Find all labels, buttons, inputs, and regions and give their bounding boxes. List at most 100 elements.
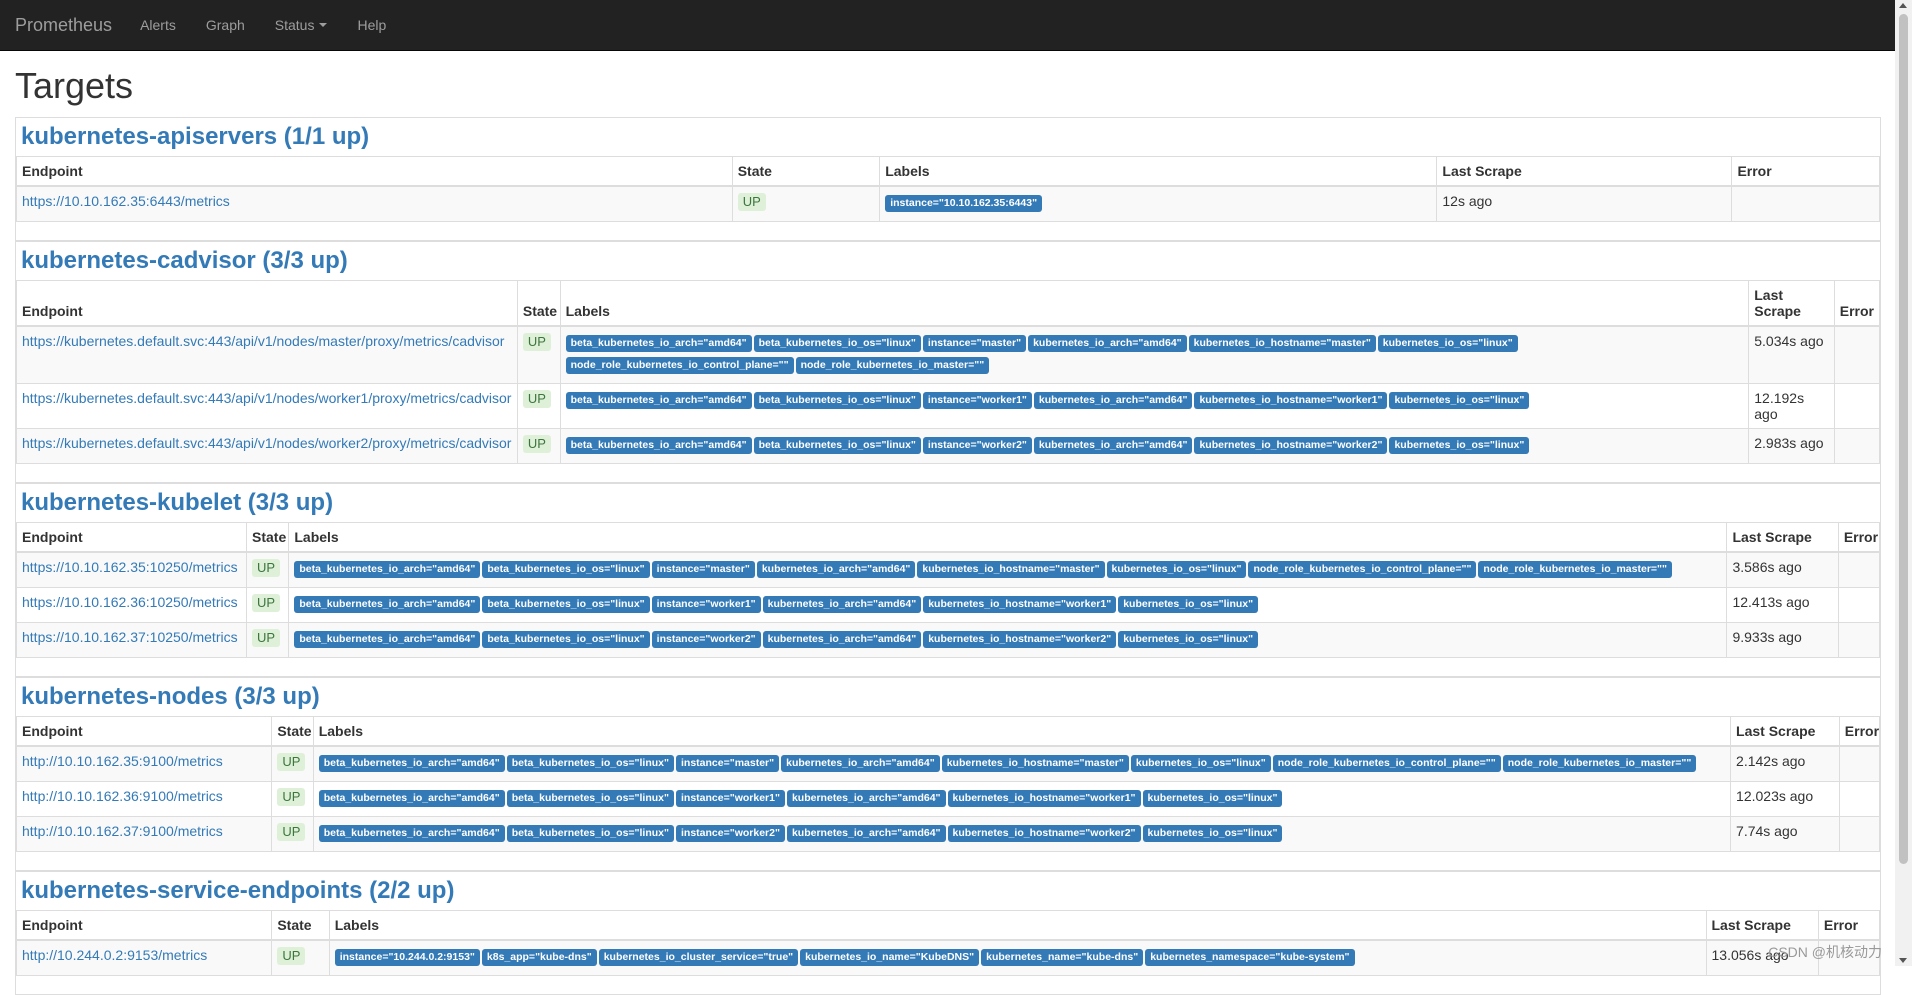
table-row: http://10.244.0.2:9153/metrics UP instance… [15,939,1881,976]
endpoint-link[interactable]: https://10.10.162.35:6443/metrics [22,193,230,209]
table-header-row: Endpoint State Labels Last Scrape Error [15,716,1881,747]
target-label: kubernetes_io_arch="amd64" [762,631,922,648]
endpoint-link[interactable]: http://10.10.162.36:9100/metrics [22,788,223,804]
last-scrape-cell: 2.983s ago [1748,428,1835,464]
target-label: beta_kubernetes_io_arch="amd64" [565,392,752,409]
scroll-up-icon[interactable] [1899,3,1907,8]
target-label: beta_kubernetes_io_os="linux" [482,596,650,613]
endpoint-cell: http://10.244.0.2:9153/metrics [15,939,273,976]
target-label: kubernetes_io_os="linux" [1389,392,1530,409]
column-header-labels: Labels [312,716,1732,747]
section-title[interactable]: kubernetes-nodes (3/3 up) [16,678,1880,716]
target-label: beta_kubernetes_io_os="linux" [506,790,674,807]
status-badge: UP [277,788,306,806]
target-label: node_role_kubernetes_io_master="" [1502,755,1697,772]
state-cell: UP [245,551,290,588]
column-header-state: State [731,156,881,187]
brand-link[interactable]: Prometheus [15,15,112,36]
nav-status-dropdown[interactable]: Status [275,17,328,33]
labels-cell: beta_kubernetes_io_arch="amd64" beta_kube… [312,745,1732,782]
endpoint-link[interactable]: https://kubernetes.default.svc:443/api/v… [22,435,511,451]
target-label: instance="worker2" [922,437,1032,454]
target-label: instance="worker1" [676,790,785,807]
table-header-row: Endpoint State Labels Last Scrape Error [16,522,1881,553]
target-label: kubernetes_io_hostname="worker1" [923,596,1117,613]
target-section: kubernetes-cadvisor (3/3 up) Endpoint Stat… [15,241,1881,483]
section-title[interactable]: kubernetes-kubelet (3/3 up) [16,484,1880,522]
target-label: kubernetes_io_arch="amd64" [781,755,940,772]
target-label: kubernetes_io_arch="amd64" [786,825,946,842]
error-cell [1833,325,1881,384]
endpoint-link[interactable]: http://10.10.162.37:9100/metrics [22,823,223,839]
nav-graph[interactable]: Graph [206,17,245,33]
watermark: CSDN @机核动力 [1768,944,1882,960]
column-header-endpoint: Endpoint [16,156,733,187]
target-label: beta_kubernetes_io_os="linux" [506,825,674,842]
table-header-row: Endpoint State Labels Last Scrape Error [15,910,1881,941]
column-header-state: State [245,522,290,553]
state-cell: UP [271,816,314,852]
target-label: kubernetes_io_os="linux" [1118,631,1259,648]
target-label: kubernetes_io_os="linux" [1106,561,1247,578]
labels-cell: beta_kubernetes_io_arch="amd64" beta_kube… [559,428,1750,464]
column-header-error: Error [1817,910,1881,941]
state-cell: UP [271,781,314,817]
endpoint-cell: https://10.10.162.35:10250/metrics [16,551,247,588]
target-label: beta_kubernetes_io_arch="amd64" [318,790,505,807]
target-label: kubernetes_io_os="linux" [1118,596,1259,613]
state-cell: UP [516,383,561,429]
status-badge: UP [522,435,551,453]
target-label: kubernetes_io_cluster_service="true" [598,949,799,966]
target-label: instance="master" [651,561,755,578]
endpoint-link[interactable]: https://10.10.162.37:10250/metrics [22,629,238,645]
nav-alerts[interactable]: Alerts [140,17,176,33]
status-badge: UP [252,559,281,577]
scroll-down-icon[interactable] [1899,958,1907,963]
endpoint-cell: http://10.10.162.37:9100/metrics [15,816,273,852]
labels-cell: beta_kubernetes_io_arch="amd64" beta_kube… [288,587,1728,623]
endpoint-link[interactable]: http://10.244.0.2:9153/metrics [22,947,207,963]
endpoint-cell: https://kubernetes.default.svc:443/api/v… [16,383,518,429]
target-label: node_role_kubernetes_io_control_plane="" [1272,755,1501,772]
target-label: kubernetes_io_hostname="worker1" [947,790,1141,807]
target-label: kubernetes_io_hostname="worker2" [947,825,1141,842]
table-row: http://10.10.162.35:9100/metrics UP beta_k… [15,745,1881,782]
targets-table: Endpoint State Labels Last Scrape Error https… [16,280,1881,464]
labels-cell: beta_kubernetes_io_arch="amd64" beta_kube… [559,325,1750,384]
section-title[interactable]: kubernetes-service-endpoints (2/2 up) [16,872,1880,910]
column-header-state: State [516,280,561,327]
table-row: https://kubernetes.default.svc:443/api/v… [16,325,1881,384]
endpoint-link[interactable]: https://10.10.162.35:10250/metrics [22,559,238,575]
scroll-thumb[interactable] [1899,14,1908,864]
target-label: kubernetes_io_hostname="worker2" [923,631,1117,648]
column-header-endpoint: Endpoint [15,716,273,747]
endpoint-link[interactable]: https://kubernetes.default.svc:443/api/v… [22,390,511,406]
state-cell: UP [245,622,290,658]
target-label: kubernetes_io_os="linux" [1130,755,1271,772]
column-header-last-scrape: Last Scrape [1726,522,1839,553]
section-title[interactable]: kubernetes-cadvisor (3/3 up) [16,242,1880,280]
column-header-endpoint: Endpoint [15,910,273,941]
last-scrape-cell: 7.74s ago [1730,816,1840,852]
target-label: kubernetes_name="kube-dns" [981,949,1144,966]
column-header-endpoint: Endpoint [16,522,247,553]
vertical-scrollbar[interactable] [1895,0,1912,966]
section-title[interactable]: kubernetes-apiservers (1/1 up) [16,118,1880,156]
error-cell [1833,383,1881,429]
status-badge: UP [522,333,551,351]
target-label: beta_kubernetes_io_os="linux" [753,437,921,454]
column-header-error: Error [1837,522,1881,553]
endpoint-link[interactable]: http://10.10.162.35:9100/metrics [22,753,223,769]
endpoint-link[interactable]: https://10.10.162.36:10250/metrics [22,594,238,610]
target-label: node_role_kubernetes_io_control_plane="" [1248,561,1477,578]
state-cell: UP [516,325,561,384]
column-header-last-scrape: Last Scrape [1748,280,1835,327]
column-header-state: State [271,716,314,747]
target-label: instance="10.244.0.2:9153" [334,949,480,966]
endpoint-link[interactable]: https://kubernetes.default.svc:443/api/v… [22,333,504,349]
target-label: kubernetes_io_arch="amd64" [1033,392,1193,409]
nav-help[interactable]: Help [357,17,386,33]
